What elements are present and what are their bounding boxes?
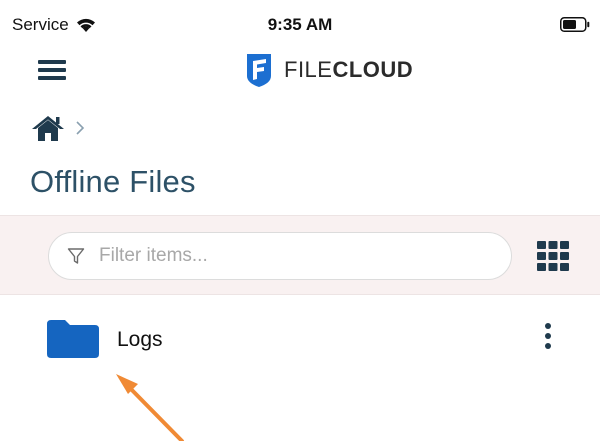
clock: 9:35 AM: [267, 15, 333, 34]
filter-bar: Filter items...: [0, 215, 600, 295]
filecloud-logo: FILECLOUD: [244, 52, 413, 88]
logo-text-bold: CLOUD: [332, 57, 414, 82]
list-item-label: Logs: [117, 328, 163, 351]
chevron-right-icon: [76, 121, 85, 135]
more-vertical-icon[interactable]: [540, 320, 556, 356]
filter-input[interactable]: Filter items...: [48, 232, 512, 280]
hamburger-menu-icon[interactable]: [38, 58, 66, 82]
page-title: Offline Files: [30, 164, 196, 199]
logo-text: FILECLOUD: [284, 57, 413, 83]
nav-bar: FILECLOUD: [0, 48, 600, 92]
list-item-logs[interactable]: Logs: [0, 310, 600, 370]
filter-placeholder: Filter items...: [99, 245, 208, 266]
filter-funnel-icon: [67, 248, 85, 264]
status-bar: Service 9:35 AM: [0, 0, 600, 40]
filecloud-logo-icon: [247, 54, 271, 87]
home-icon[interactable]: [30, 114, 66, 142]
arrow-icon: [116, 374, 184, 441]
grid-view-icon[interactable]: [537, 241, 569, 271]
folder-icon: [47, 320, 99, 358]
logo-text-light: FILE: [284, 57, 333, 82]
breadcrumb: [30, 114, 86, 142]
battery-icon: [560, 17, 590, 32]
